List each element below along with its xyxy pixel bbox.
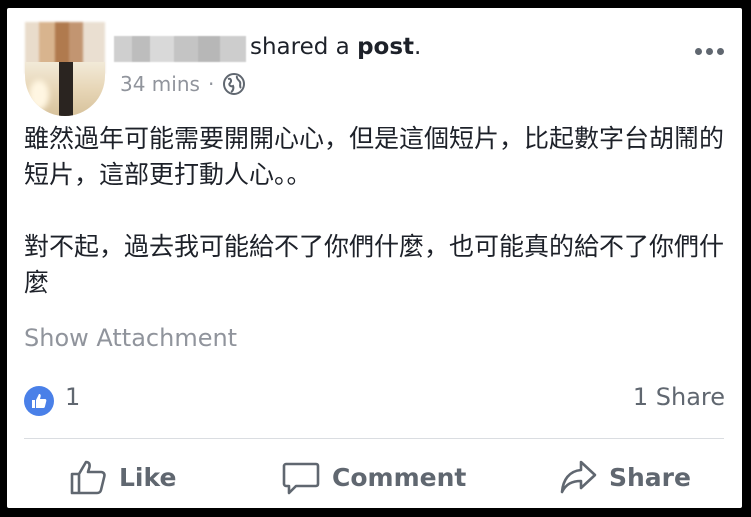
share-arrow-icon	[559, 458, 597, 496]
share-label: Share	[609, 462, 691, 492]
globe-icon[interactable]	[222, 72, 246, 96]
thumbs-up-icon	[69, 458, 107, 496]
like-reaction-icon[interactable]	[24, 386, 54, 416]
comment-label: Comment	[332, 462, 467, 492]
like-button[interactable]: Like	[69, 458, 176, 496]
like-label: Like	[119, 462, 177, 492]
like-count[interactable]: 1	[65, 383, 80, 411]
post-headline: shared a post.	[250, 34, 421, 60]
headline-post-link[interactable]: post	[357, 34, 414, 60]
avatar[interactable]	[25, 22, 105, 118]
post-card: shared a post. 34 mins · 雖然過年可能需要開開心心，但是…	[7, 8, 742, 508]
avatar-figure	[59, 62, 73, 116]
avatar-light	[29, 80, 49, 110]
share-button[interactable]: Share	[559, 458, 691, 496]
headline-end: .	[414, 34, 422, 60]
share-count[interactable]: 1 Share	[633, 383, 725, 411]
post-body: 雖然過年可能需要開開心心，但是這個短片，比起數字台胡鬧的短片，這部更打動人心。。…	[24, 124, 725, 297]
more-options-icon[interactable]	[695, 48, 724, 55]
comment-button[interactable]: Comment	[282, 458, 466, 496]
author-name-redacted[interactable]	[114, 36, 246, 62]
speech-bubble-icon	[282, 458, 320, 496]
post-meta: 34 mins ·	[120, 72, 246, 96]
show-attachment-link[interactable]: Show Attachment	[24, 324, 237, 352]
divider	[24, 438, 724, 439]
headline-suffix: shared a	[250, 34, 350, 60]
meta-separator: ·	[207, 72, 215, 96]
avatar-photo	[25, 62, 105, 116]
timestamp[interactable]: 34 mins	[120, 72, 200, 96]
